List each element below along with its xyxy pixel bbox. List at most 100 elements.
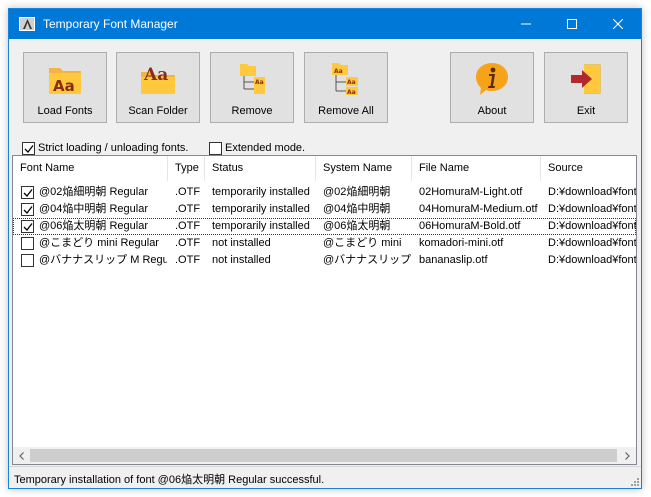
table-row[interactable]: @バナナスリップ M Regular .OTF not installed @バナナス…: [13, 252, 636, 269]
strict-loading-option[interactable]: Strict loading / unloading fonts.: [22, 141, 188, 155]
cell-type: .OTF: [175, 203, 201, 215]
maximize-icon: [567, 19, 577, 29]
cell-system-name: @こまどり mini: [323, 237, 402, 249]
title-bar[interactable]: Temporary Font Manager: [9, 9, 641, 39]
font-list[interactable]: Font Name Type Status System Name File N…: [12, 155, 637, 465]
row-checkbox[interactable]: [21, 203, 34, 216]
row-checkbox[interactable]: [21, 254, 34, 267]
app-window: Temporary Font Manager Aa Load Fonts Aa …: [8, 8, 642, 489]
checkmark-icon: [23, 206, 33, 214]
cell-font-name: @バナナスリップ M Regular: [39, 254, 167, 266]
cell-font-name: @06焔太明朝 Regular: [39, 220, 148, 232]
remove-icon: Aa: [240, 64, 265, 94]
table-row[interactable]: @02焔細明朝 Regular .OTF temporarily installed…: [13, 184, 636, 201]
cell-system-name: @バナナスリップ M: [323, 254, 412, 266]
resize-grip-icon[interactable]: [629, 476, 639, 486]
cell-file-name: 02HomuraM-Light.otf: [419, 186, 523, 198]
cell-type: .OTF: [175, 254, 201, 266]
row-checkbox[interactable]: [21, 186, 34, 199]
status-bar: Temporary installation of font @06焔太明朝 R…: [9, 466, 641, 488]
table-row[interactable]: @こまどり mini Regular .OTF not installed @こまどり…: [13, 235, 636, 252]
window-title: Temporary Font Manager: [43, 17, 178, 31]
exit-button[interactable]: Exit: [544, 52, 628, 123]
remove-all-label: Remove All: [318, 105, 374, 117]
remove-all-button[interactable]: Aa Aa Aa Remove All: [304, 52, 388, 123]
cell-file-name: 04HomuraM-Medium.otf: [419, 203, 538, 215]
remove-button[interactable]: Aa Remove: [210, 52, 294, 123]
scan-folder-icon: Aa: [141, 65, 175, 94]
cell-status: temporarily installed: [212, 186, 310, 198]
minimize-icon: [521, 23, 531, 25]
column-header-status[interactable]: Status: [205, 156, 316, 181]
svg-text:Aa: Aa: [347, 89, 356, 96]
info-icon: [476, 63, 508, 95]
svg-text:Aa: Aa: [347, 79, 356, 86]
load-fonts-icon: Aa: [49, 68, 81, 95]
column-header-source[interactable]: Source: [541, 156, 636, 181]
column-header-font-name[interactable]: Font Name: [13, 156, 168, 181]
cell-type: .OTF: [175, 237, 201, 249]
exit-icon: [571, 64, 601, 94]
extended-mode-checkbox[interactable]: [209, 141, 222, 155]
maximize-button[interactable]: [549, 9, 595, 39]
cell-type: .OTF: [175, 186, 201, 198]
scrollbar-thumb[interactable]: [30, 449, 617, 462]
exit-label: Exit: [576, 105, 596, 117]
cell-source: D:¥download¥font: [548, 186, 636, 198]
cell-status: not installed: [212, 237, 271, 249]
close-icon: [613, 19, 623, 29]
load-fonts-label: Load Fonts: [37, 105, 93, 117]
column-header-system-name[interactable]: System Name: [316, 156, 412, 181]
cell-file-name: bananaslip.otf: [419, 254, 488, 266]
load-fonts-button[interactable]: Aa Load Fonts: [23, 52, 107, 123]
cell-system-name: @02焔細明朝: [323, 186, 391, 198]
row-checkbox[interactable]: [21, 220, 34, 233]
remove-label: Remove: [231, 105, 273, 117]
cell-source: D:¥download¥font: [548, 203, 636, 215]
cell-status: temporarily installed: [212, 220, 310, 232]
cell-status: temporarily installed: [212, 203, 310, 215]
scan-folder-label: Scan Folder: [128, 105, 188, 117]
svg-text:Aa: Aa: [334, 68, 343, 75]
table-row[interactable]: @04焔中明朝 Regular .OTF temporarily installed…: [13, 201, 636, 218]
cell-status: not installed: [212, 254, 271, 266]
remove-all-icon: Aa Aa Aa: [332, 63, 358, 96]
status-text: Temporary installation of font @06焔太明朝 R…: [14, 474, 325, 486]
table-row[interactable]: @06焔太明朝 Regular .OTF temporarily installed…: [13, 218, 636, 235]
scroll-left-button[interactable]: [13, 447, 30, 464]
app-icon[interactable]: [19, 17, 35, 31]
cell-font-name: @04焔中明朝 Regular: [39, 203, 148, 215]
cell-font-name: @02焔細明朝 Regular: [39, 186, 148, 198]
extended-mode-label: Extended mode.: [225, 142, 306, 154]
chevron-right-icon: [625, 451, 630, 460]
cell-type: .OTF: [175, 220, 201, 232]
about-button[interactable]: About: [450, 52, 534, 123]
close-button[interactable]: [595, 9, 641, 39]
column-header-type[interactable]: Type: [168, 156, 205, 181]
strict-loading-checkbox[interactable]: [22, 141, 35, 155]
svg-text:Aa: Aa: [53, 77, 75, 95]
scan-folder-button[interactable]: Aa Scan Folder: [116, 52, 200, 123]
about-label: About: [477, 105, 507, 117]
list-header: Font Name Type Status System Name File N…: [13, 156, 636, 181]
checkmark-icon: [23, 189, 33, 197]
cell-file-name: 06HomuraM-Bold.otf: [419, 220, 521, 232]
horizontal-scrollbar[interactable]: [13, 447, 636, 464]
checkmark-icon: [23, 223, 33, 231]
cell-system-name: @04焔中明朝: [323, 203, 391, 215]
scroll-right-button[interactable]: [619, 447, 636, 464]
minimize-button[interactable]: [503, 9, 549, 39]
svg-text:Aa: Aa: [255, 79, 264, 86]
column-header-file-name[interactable]: File Name: [412, 156, 541, 181]
cell-file-name: komadori-mini.otf: [419, 237, 504, 249]
toolbar: Aa Load Fonts Aa Scan Folder Aa Remove A…: [9, 39, 641, 155]
row-checkbox[interactable]: [21, 237, 34, 250]
extended-mode-option[interactable]: Extended mode.: [209, 141, 305, 155]
cell-font-name: @こまどり mini Regular: [39, 237, 159, 249]
strict-loading-label: Strict loading / unloading fonts.: [38, 142, 189, 154]
checkmark-icon: [24, 144, 34, 153]
cell-system-name: @06焔太明朝: [323, 220, 391, 232]
cell-source: D:¥download¥font: [548, 237, 636, 249]
cell-source: D:¥download¥font: [548, 220, 636, 232]
chevron-left-icon: [19, 451, 24, 460]
